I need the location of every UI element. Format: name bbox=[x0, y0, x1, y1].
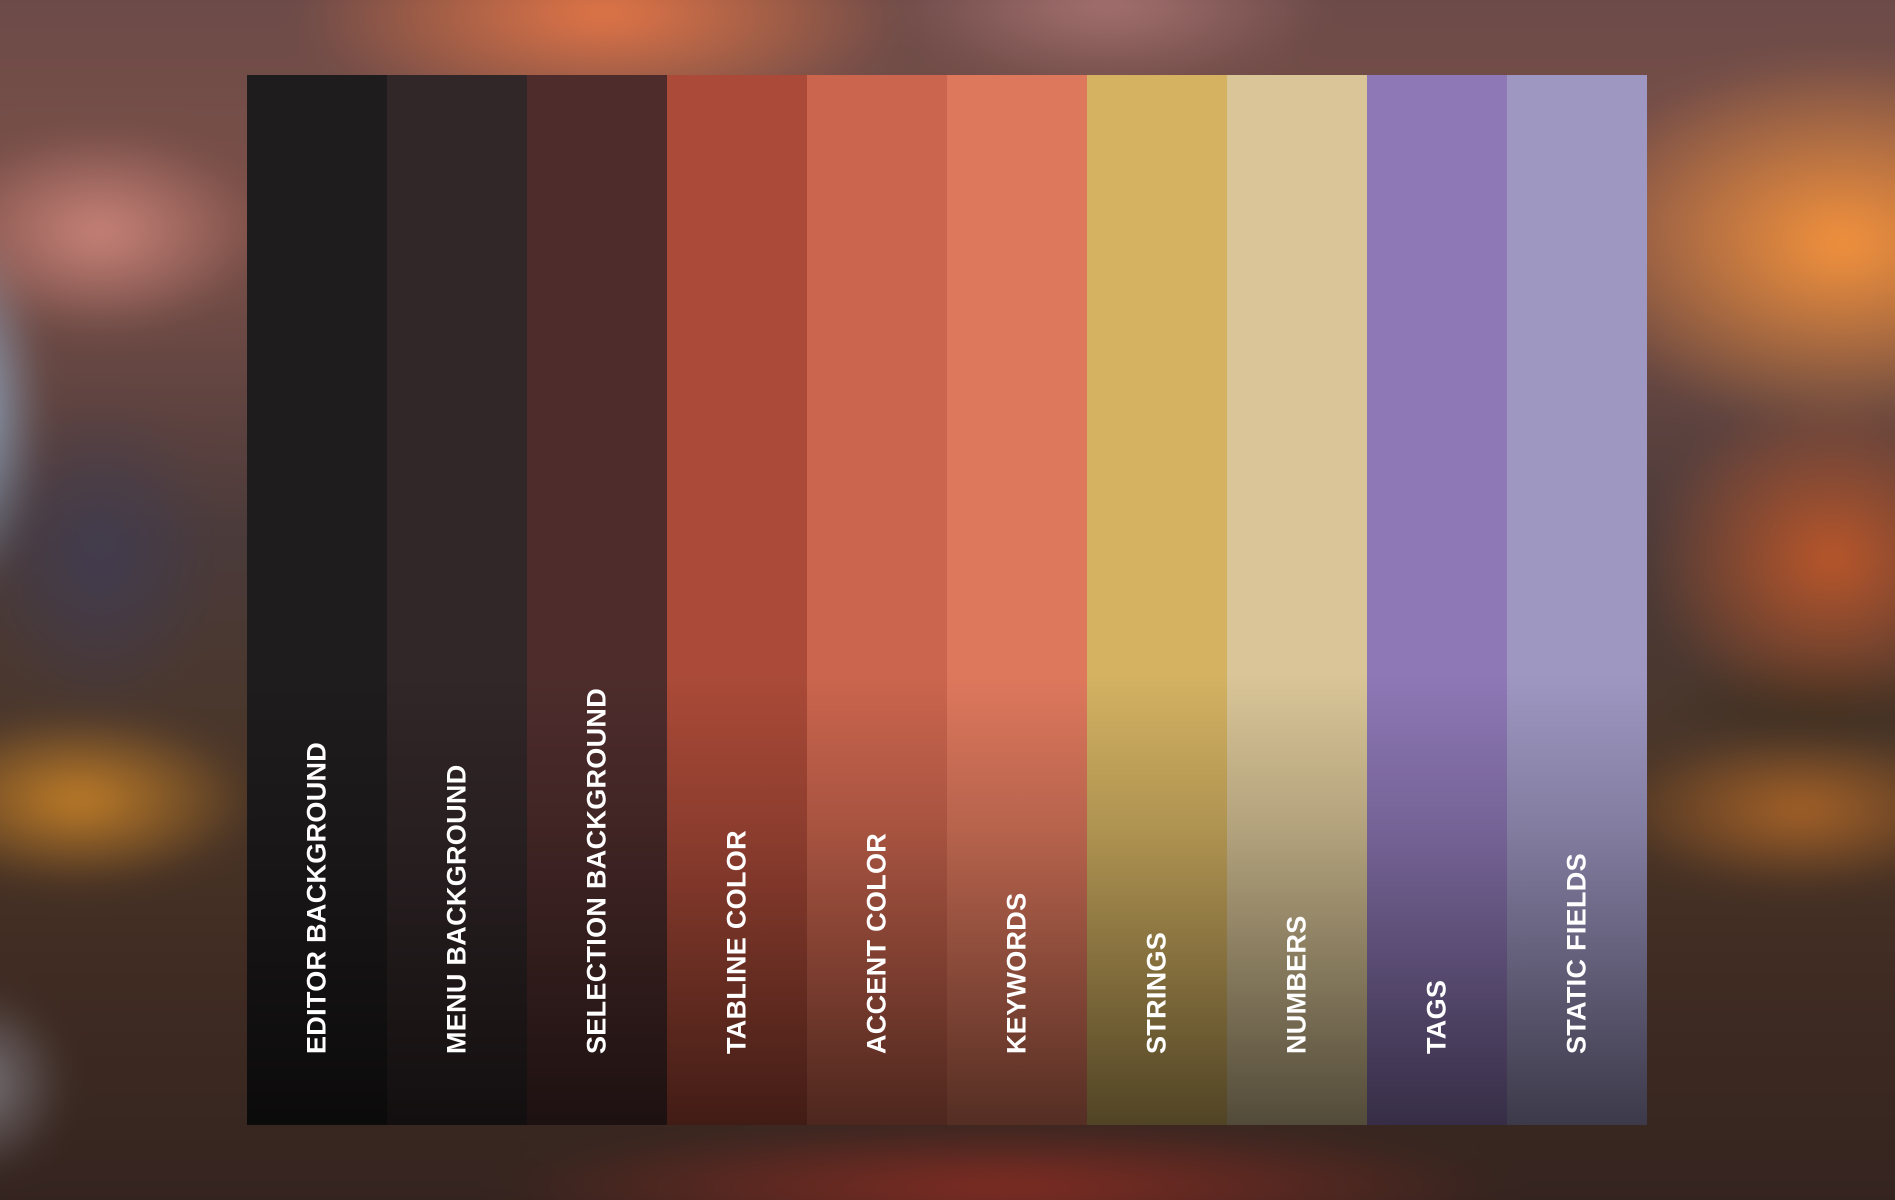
swatch-label: TAGS bbox=[1421, 979, 1452, 1054]
swatch-static-fields: STATIC FIELDS bbox=[1507, 75, 1647, 1125]
swatch-label: SELECTION BACKGROUND bbox=[581, 687, 612, 1054]
swatch-tags: TAGS bbox=[1367, 75, 1507, 1125]
swatch-label: NUMBERS bbox=[1281, 915, 1312, 1054]
color-palette: EDITOR BACKGROUND MENU BACKGROUND SELECT… bbox=[247, 75, 1647, 1125]
swatch-menu-background: MENU BACKGROUND bbox=[387, 75, 527, 1125]
swatch-tabline-color: TABLINE COLOR bbox=[667, 75, 807, 1125]
swatch-label: EDITOR BACKGROUND bbox=[301, 741, 332, 1054]
swatch-label: ACCENT COLOR bbox=[861, 832, 892, 1054]
swatch-label: MENU BACKGROUND bbox=[441, 764, 472, 1055]
swatch-keywords: KEYWORDS bbox=[947, 75, 1087, 1125]
swatch-label: STATIC FIELDS bbox=[1561, 853, 1592, 1054]
swatch-label: STRINGS bbox=[1141, 931, 1172, 1054]
swatch-strings: STRINGS bbox=[1087, 75, 1227, 1125]
swatch-label: KEYWORDS bbox=[1001, 892, 1032, 1054]
swatch-numbers: NUMBERS bbox=[1227, 75, 1367, 1125]
swatch-editor-background: EDITOR BACKGROUND bbox=[247, 75, 387, 1125]
swatch-label: TABLINE COLOR bbox=[721, 830, 752, 1054]
swatch-accent-color: ACCENT COLOR bbox=[807, 75, 947, 1125]
swatch-selection-background: SELECTION BACKGROUND bbox=[527, 75, 667, 1125]
